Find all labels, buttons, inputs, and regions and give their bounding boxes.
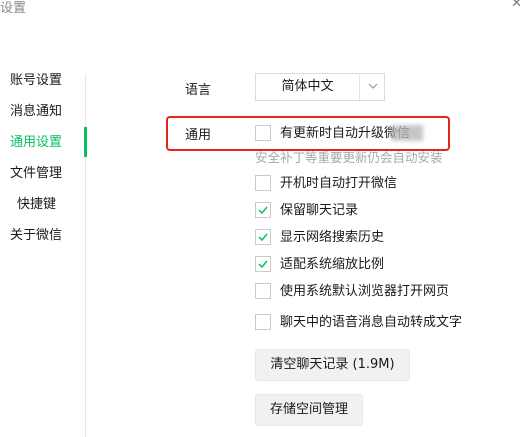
keep-history-label: 保留聊天记录: [280, 203, 359, 218]
select-divider: [359, 74, 360, 100]
search-history-label: 显示网络搜索历史: [280, 230, 385, 245]
checkmark-icon: [258, 233, 268, 242]
checkmark-icon: [258, 260, 268, 269]
language-select[interactable]: 简体中文: [255, 73, 385, 101]
keep-history-checkbox[interactable]: [255, 202, 271, 218]
sidebar-item-account[interactable]: 账号设置: [10, 72, 62, 90]
voice-to-text-checkbox[interactable]: [255, 314, 271, 330]
system-scaling-checkbox[interactable]: [255, 256, 271, 272]
system-scaling-label: 适配系统缩放比例: [280, 257, 385, 272]
sidebar-item-files[interactable]: 文件管理: [10, 165, 62, 183]
default-browser-label: 使用系统默认浏览器打开网页: [280, 284, 450, 299]
close-icon[interactable]: ✕: [511, 0, 522, 11]
sidebar-item-about[interactable]: 关于微信: [10, 227, 62, 245]
system-scaling-option[interactable]: 适配系统缩放比例: [255, 256, 505, 276]
voice-to-text-option[interactable]: 聊天中的语音消息自动转成文字: [255, 314, 505, 334]
search-history-checkbox[interactable]: [255, 229, 271, 245]
keep-history-option[interactable]: 保留聊天记录: [255, 202, 505, 222]
default-browser-checkbox[interactable]: [255, 283, 271, 299]
checkmark-icon: [258, 206, 268, 215]
clear-chat-history-button[interactable]: 清空聊天记录 (1.9M): [255, 349, 410, 381]
sidebar-item-general[interactable]: 通用设置: [10, 134, 62, 152]
language-select-value: 简体中文: [281, 79, 334, 94]
auto-start-label: 开机时自动打开微信: [280, 176, 398, 191]
sidebar-active-indicator: [84, 127, 87, 157]
window-title: 设置: [0, 1, 27, 16]
chevron-down-icon: [368, 83, 378, 89]
sidebar-item-notifications[interactable]: 消息通知: [10, 103, 62, 121]
auto-update-note: 安全补丁等重要更新仍会自动安装: [255, 151, 443, 164]
settings-window: 设置 ✕ 账号设置 消息通知 通用设置 文件管理 快捷键 关于微信 语言 简体中…: [0, 0, 524, 437]
sidebar-item-shortcuts[interactable]: 快捷键: [17, 196, 56, 214]
highlight-annotation-box: [166, 116, 450, 151]
language-label: 语言: [185, 83, 212, 98]
search-history-option[interactable]: 显示网络搜索历史: [255, 229, 505, 249]
default-browser-option[interactable]: 使用系统默认浏览器打开网页: [255, 283, 505, 303]
auto-start-option[interactable]: 开机时自动打开微信: [255, 175, 505, 195]
auto-start-checkbox[interactable]: [255, 175, 271, 191]
storage-management-button[interactable]: 存储空间管理: [255, 394, 363, 426]
voice-to-text-label: 聊天中的语音消息自动转成文字: [280, 315, 463, 330]
